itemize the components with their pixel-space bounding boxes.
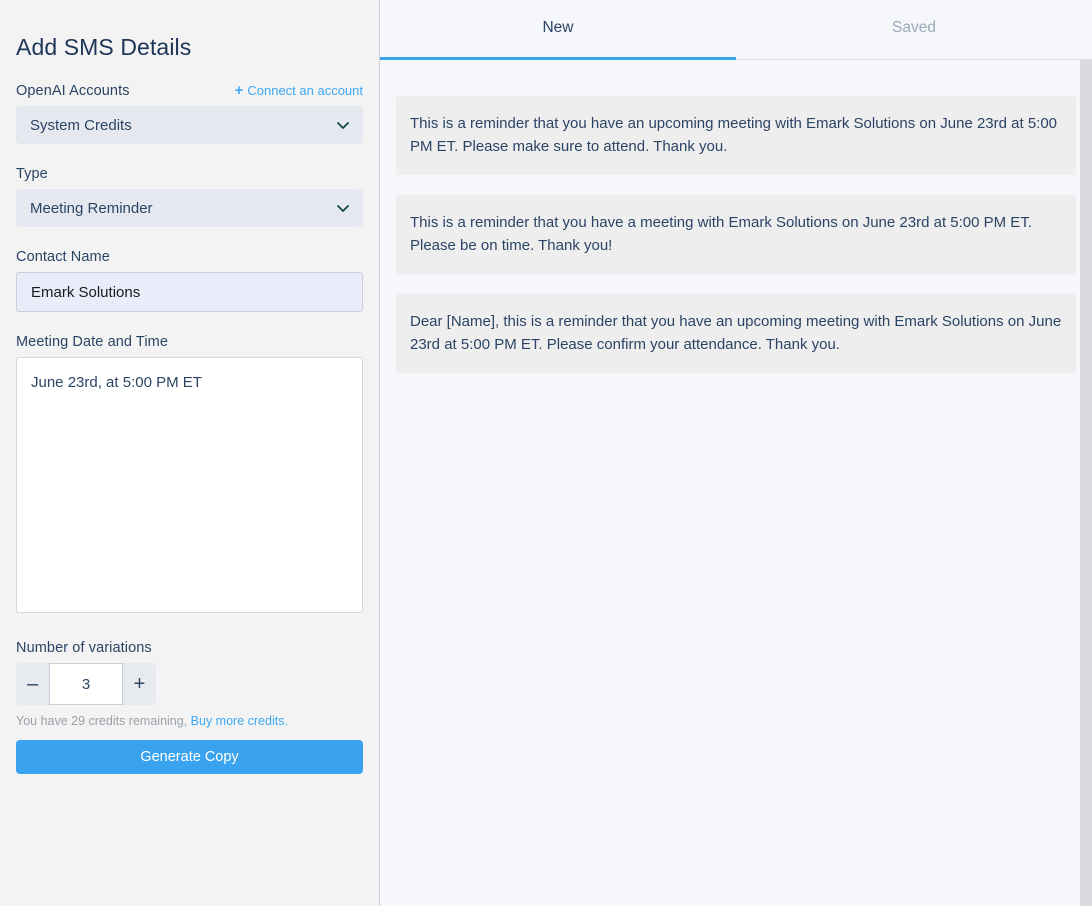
results-tabs: New Saved [380,0,1092,60]
variations-value-input[interactable] [49,663,123,705]
tab-saved-label: Saved [892,18,936,36]
connect-an-account-link[interactable]: + Connect an account [235,83,363,98]
meeting-datetime-textarea[interactable] [16,357,363,613]
tab-saved[interactable]: Saved [736,0,1092,59]
tab-new-label: New [542,18,574,36]
credits-remaining-label: You have 29 credits remaining, [16,714,188,728]
variations-stepper: – + [16,663,156,705]
results-list: This is a reminder that you have an upco… [380,60,1092,906]
tab-new[interactable]: New [380,0,736,60]
sidebar-form-panel: Add SMS Details OpenAI Accounts + Connec… [0,0,380,906]
contact-name-input[interactable] [16,272,363,312]
page-title: Add SMS Details [16,34,192,60]
result-card[interactable]: This is a reminder that you have a meeti… [396,195,1076,274]
openai-accounts-label: OpenAI Accounts [16,83,130,99]
openai-accounts-selected-value: System Credits [30,116,132,134]
variations-label-row: Number of variations [16,640,363,656]
field-openai-accounts: OpenAI Accounts + Connect an account Sys… [16,83,363,144]
results-panel: New Saved This is a reminder that you ha… [380,0,1092,906]
credits-remaining-text: You have 29 credits remaining, Buy more … [16,714,363,728]
variations-label: Number of variations [16,640,152,656]
openai-accounts-select[interactable]: System Credits [16,106,363,144]
result-card[interactable]: This is a reminder that you have an upco… [396,96,1076,175]
generate-copy-button[interactable]: Generate Copy [16,740,363,774]
variations-increment-button[interactable]: + [123,663,156,705]
contact-name-label-row: Contact Name [16,249,363,265]
app-root: Add SMS Details OpenAI Accounts + Connec… [0,0,1092,906]
field-meeting-datetime: Meeting Date and Time [16,334,363,618]
contact-name-label: Contact Name [16,249,110,265]
chevron-down-icon [337,122,349,129]
result-card[interactable]: Dear [Name], this is a reminder that you… [396,294,1076,373]
type-label-row: Type [16,166,363,182]
type-select[interactable]: Meeting Reminder [16,189,363,227]
field-type: Type Meeting Reminder [16,166,363,227]
field-number-of-variations: Number of variations – + [16,640,363,705]
connect-an-account-label: Connect an account [247,83,363,98]
field-contact-name: Contact Name [16,249,363,312]
chevron-down-icon [337,205,349,212]
meeting-datetime-label-row: Meeting Date and Time [16,334,363,350]
buy-more-credits-link[interactable]: Buy more credits. [191,714,288,728]
variations-decrement-button[interactable]: – [16,663,49,705]
plus-icon: + [234,82,244,99]
results-scrollbar[interactable] [1080,60,1092,906]
openai-accounts-label-row: OpenAI Accounts + Connect an account [16,83,363,99]
type-label: Type [16,166,48,182]
meeting-datetime-label: Meeting Date and Time [16,334,169,350]
type-selected-value: Meeting Reminder [30,199,153,217]
